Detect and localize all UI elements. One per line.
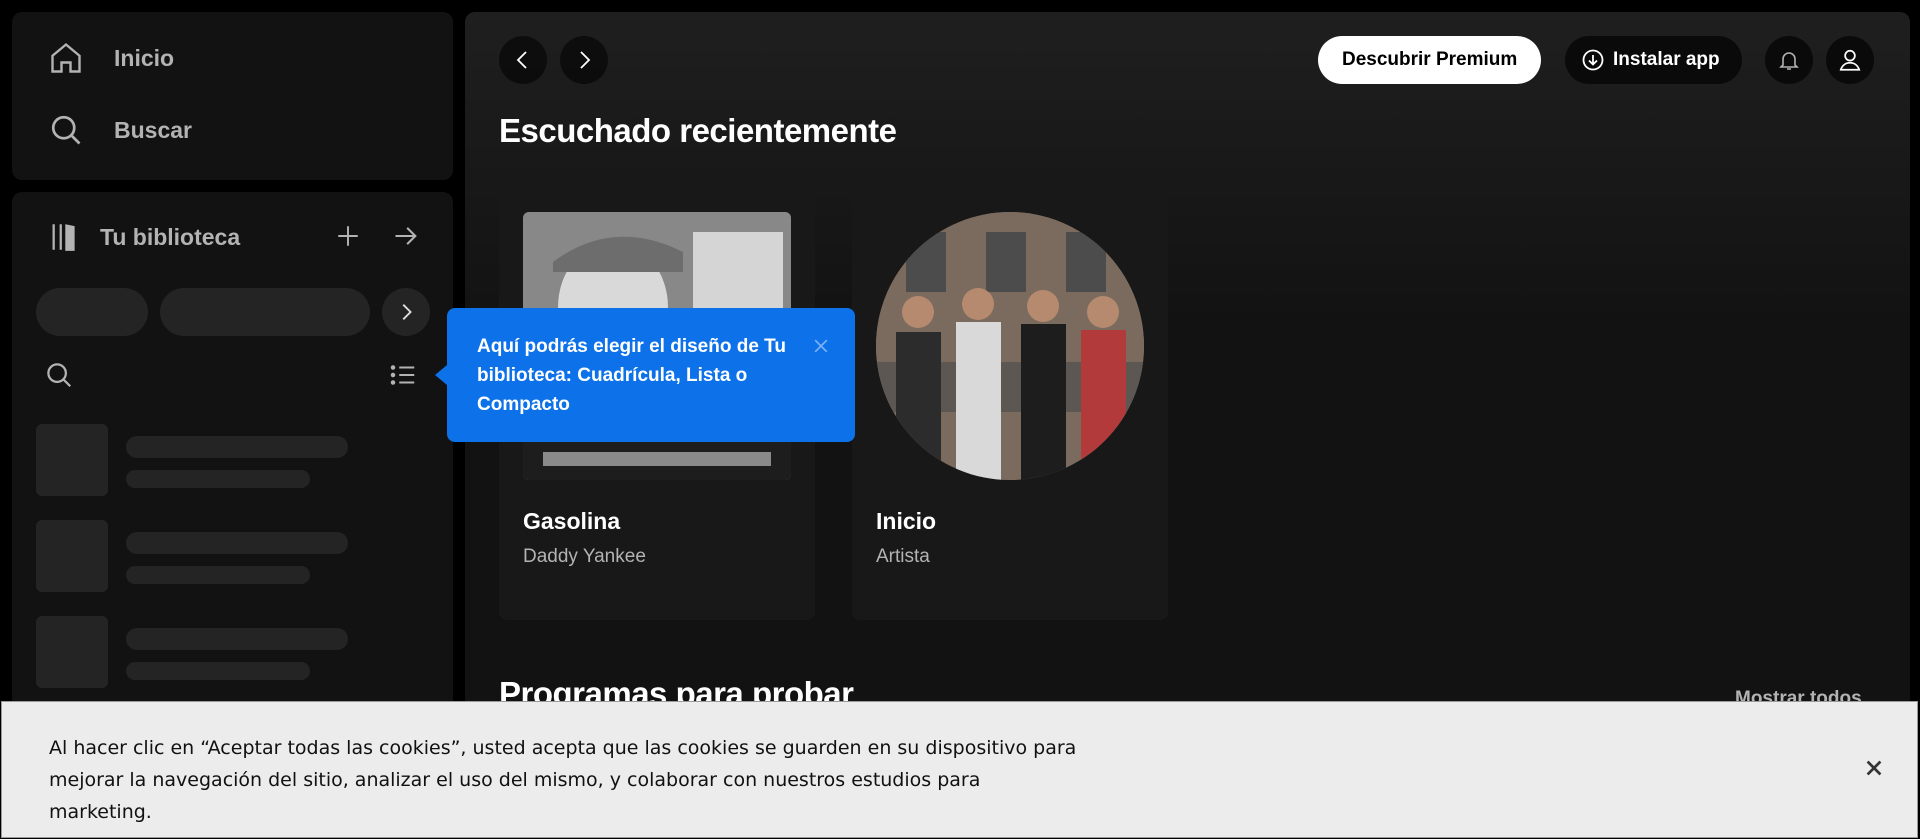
section-title[interactable]: Escuchado recientemente <box>499 112 897 150</box>
library-panel: Tu biblioteca <box>12 192 453 712</box>
tooltip-text: Aquí podrás elegir el diseño de Tu bibli… <box>477 336 786 415</box>
nav-search-label: Buscar <box>114 116 192 143</box>
home-icon <box>51 42 81 73</box>
library-icon <box>52 224 75 251</box>
skeleton-line <box>126 628 348 650</box>
skeleton-line <box>126 662 310 680</box>
filter-chip-placeholder <box>160 288 370 336</box>
skeleton-line <box>126 566 310 584</box>
skeleton-line <box>126 470 310 488</box>
list-icon <box>390 365 415 385</box>
library-title: Tu biblioteca <box>100 223 241 250</box>
close-icon <box>814 339 828 353</box>
library-add-button[interactable] <box>328 216 368 256</box>
notifications-button[interactable] <box>1765 36 1813 84</box>
skeleton-line <box>126 532 348 554</box>
nav-search[interactable]: Buscar <box>48 112 192 148</box>
arrow-right-icon <box>395 227 417 245</box>
forward-button[interactable] <box>560 36 608 84</box>
chips-scroll-button[interactable] <box>382 288 430 336</box>
layout-tooltip: Aquí podrás elegir el diseño de Tu bibli… <box>435 308 855 442</box>
user-icon <box>1839 49 1861 71</box>
search-icon <box>47 363 72 388</box>
chevron-right-icon <box>402 304 412 320</box>
library-search-button[interactable] <box>44 360 76 392</box>
bell-icon <box>1779 52 1799 70</box>
premium-button[interactable]: Descubrir Premium <box>1318 36 1542 84</box>
library-expand-button[interactable] <box>386 216 426 256</box>
card-subtitle: Artista <box>876 546 930 567</box>
artist-image <box>876 212 1144 480</box>
cookie-close-button[interactable] <box>1856 750 1892 786</box>
install-app-button[interactable]: Instalar app <box>1565 36 1742 84</box>
tooltip-close-button[interactable] <box>807 332 835 360</box>
filter-chip-placeholder <box>36 288 148 336</box>
close-icon <box>1866 760 1882 776</box>
skeleton-thumbnail <box>36 616 108 688</box>
nav-home[interactable]: Inicio <box>48 40 174 76</box>
card-title: Inicio <box>876 508 937 534</box>
library-skeleton-row <box>36 424 436 496</box>
card-subtitle: Daddy Yankee <box>523 546 646 567</box>
skeleton-thumbnail <box>36 424 108 496</box>
skeleton-thumbnail <box>36 520 108 592</box>
library-header[interactable]: Tu biblioteca <box>48 220 240 254</box>
sidebar-nav: Inicio Buscar <box>12 12 453 180</box>
search-icon <box>51 115 81 145</box>
skeleton-line <box>126 436 348 458</box>
profile-button[interactable] <box>1826 36 1874 84</box>
plus-icon <box>338 226 358 246</box>
download-icon <box>1582 49 1604 71</box>
nav-home-label: Inicio <box>114 44 175 71</box>
recent-card[interactable]: Inicio Artista <box>852 188 1168 620</box>
install-app-label: Instalar app <box>1613 49 1720 70</box>
library-skeleton-row <box>36 616 436 688</box>
back-button[interactable] <box>499 36 547 84</box>
cookie-banner: Al hacer clic en “Aceptar todas las cook… <box>1 701 1918 838</box>
library-skeleton-row <box>36 520 436 592</box>
cookie-text: Al hacer clic en “Aceptar todas las cook… <box>49 737 1077 823</box>
library-layout-button[interactable] <box>388 360 420 392</box>
chevron-right-icon <box>580 51 591 69</box>
chevron-left-icon <box>516 51 527 69</box>
card-title: Gasolina <box>523 508 621 534</box>
